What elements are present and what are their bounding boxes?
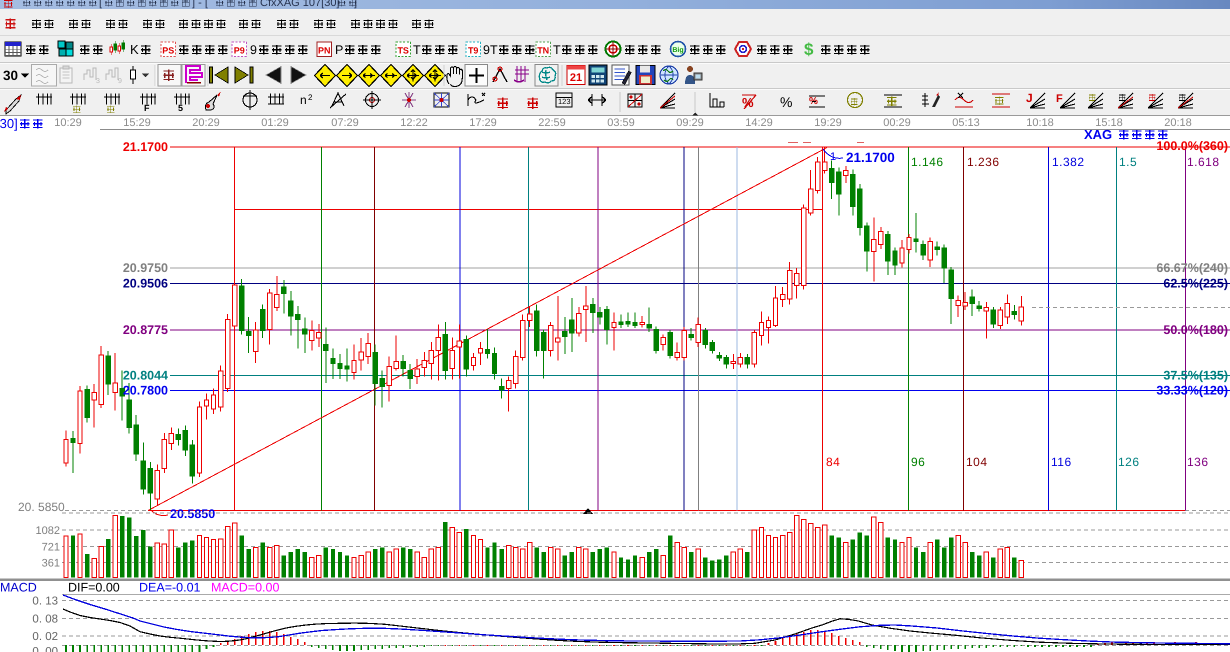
svg-text:9: 9 (250, 43, 257, 57)
svg-text:T: T (553, 43, 561, 57)
svg-text:05:13: 05:13 (952, 117, 980, 129)
svg-text:104: 104 (966, 455, 988, 469)
svg-text:0. 13: 0. 13 (32, 596, 58, 608)
svg-text:P9: P9 (234, 46, 245, 56)
svg-text:10:29: 10:29 (54, 117, 82, 129)
svg-text:20.7800: 20.7800 (123, 384, 168, 398)
svg-text:21: 21 (570, 72, 582, 84)
svg-text:TS: TS (397, 46, 409, 56)
svg-text:37.5%(135): 37.5%(135) (1163, 369, 1228, 383)
svg-text:XAG: XAG (1084, 127, 1112, 142)
svg-text:3: 3 (96, 78, 100, 85)
svg-text:n: n (300, 93, 307, 107)
svg-text:20.9750: 20.9750 (123, 261, 168, 275)
svg-text:MACD=0.00: MACD=0.00 (211, 581, 279, 595)
svg-text:%: % (780, 94, 792, 110)
svg-text:20:18: 20:18 (1164, 117, 1192, 129)
svg-text:0. 02: 0. 02 (32, 631, 58, 643)
svg-text:T: T (413, 43, 421, 57)
svg-text:1.236: 1.236 (967, 155, 1000, 169)
svg-text:Big: Big (672, 46, 683, 54)
svg-text:22:59: 22:59 (538, 117, 566, 129)
svg-text:[: [ (99, 0, 102, 9)
svg-text:1.146: 1.146 (911, 155, 944, 169)
svg-text:116: 116 (1051, 455, 1072, 469)
svg-text:14:29: 14:29 (745, 117, 773, 129)
svg-text:J: J (1026, 91, 1033, 105)
svg-text:T9: T9 (468, 46, 479, 56)
svg-text:123: 123 (558, 97, 571, 106)
svg-text:20.5850: 20.5850 (170, 507, 215, 521)
svg-text:01:29: 01:29 (261, 117, 289, 129)
svg-text:721: 721 (42, 541, 60, 553)
svg-text:33.33%(120): 33.33%(120) (1156, 384, 1228, 398)
svg-text:0. 08: 0. 08 (32, 614, 58, 626)
svg-text:CfxXAG 107[30]: CfxXAG 107[30] (260, 0, 340, 9)
svg-text:20. 5850: 20. 5850 (18, 500, 65, 514)
svg-text:126: 126 (1118, 455, 1140, 469)
svg-text:12:22: 12:22 (400, 117, 428, 129)
svg-text:MACD: MACD (0, 581, 37, 595)
svg-text:03:59: 03:59 (607, 117, 635, 129)
svg-text:62.5%(225): 62.5%(225) (1163, 277, 1228, 291)
svg-text:1: 1 (830, 151, 836, 163)
svg-text:1.618: 1.618 (1187, 155, 1220, 169)
svg-text:$: $ (804, 40, 814, 59)
svg-text:361: 361 (42, 558, 60, 570)
svg-text:20.8775: 20.8775 (123, 323, 168, 337)
svg-text:50.0%(180): 50.0%(180) (1163, 323, 1228, 337)
svg-text:1082: 1082 (36, 525, 60, 537)
svg-text:20.8044: 20.8044 (123, 369, 168, 383)
svg-text:84: 84 (826, 455, 840, 469)
svg-text:96: 96 (911, 455, 925, 469)
svg-text:F: F (1056, 93, 1063, 105)
svg-text:21.1700: 21.1700 (846, 150, 895, 165)
svg-text:07:29: 07:29 (331, 117, 359, 129)
svg-text:PS: PS (162, 46, 174, 56)
svg-text:00:29: 00:29 (883, 117, 911, 129)
svg-text:9T: 9T (483, 43, 498, 57)
svg-text:15:29: 15:29 (123, 117, 151, 129)
svg-text:%: % (742, 95, 754, 110)
svg-text:136: 136 (1187, 455, 1209, 469)
svg-text:2: 2 (308, 93, 313, 102)
svg-text:PN: PN (318, 46, 331, 56)
svg-text:20:29: 20:29 (192, 117, 220, 129)
svg-text:TN: TN (537, 46, 549, 56)
svg-text:]: ] (354, 0, 357, 9)
svg-text:[30]: [30] (0, 116, 18, 131)
svg-text:1.382: 1.382 (1052, 155, 1085, 169)
svg-text:0. 00: 0. 00 (32, 646, 58, 652)
svg-text:100.0%(360): 100.0%(360) (1156, 139, 1228, 153)
svg-text:] - [: ] - [ (192, 0, 208, 9)
svg-text:5: 5 (178, 103, 183, 113)
svg-text:DEA=-0.01: DEA=-0.01 (139, 581, 201, 595)
svg-text:17:29: 17:29 (469, 117, 497, 129)
svg-text:P: P (335, 43, 343, 57)
svg-text:19:29: 19:29 (814, 117, 842, 129)
svg-text:DIF=0.00: DIF=0.00 (68, 581, 120, 595)
svg-text:F: F (144, 103, 150, 113)
svg-text:21.1700: 21.1700 (123, 140, 168, 154)
svg-text:K: K (130, 42, 139, 57)
svg-text:10:18: 10:18 (1026, 117, 1054, 129)
svg-text:30: 30 (3, 68, 18, 83)
svg-text:1.5: 1.5 (1119, 155, 1137, 169)
svg-text:9: 9 (118, 78, 122, 85)
svg-text:66.67%(240): 66.67%(240) (1156, 261, 1228, 275)
svg-text:20.9506: 20.9506 (123, 277, 168, 291)
svg-text:09:29: 09:29 (676, 117, 704, 129)
